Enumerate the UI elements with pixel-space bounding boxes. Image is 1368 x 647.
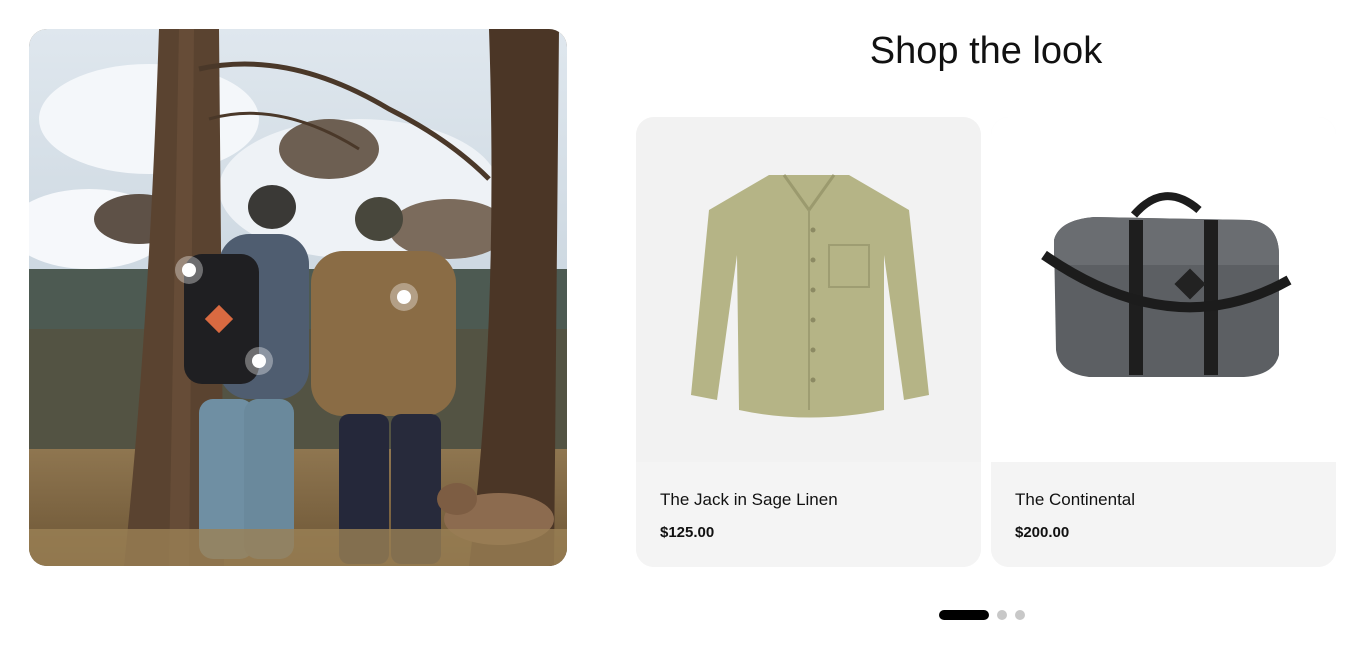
shop-the-look-section: Shop the look The Jack in Sage Linen $12…	[0, 0, 1368, 647]
product-info: The Jack in Sage Linen $125.00	[636, 462, 981, 567]
lifestyle-photo-illustration	[29, 29, 567, 566]
product-info: The Continental $200.00	[991, 462, 1336, 567]
hotspot-backpack[interactable]	[245, 347, 273, 375]
carousel-dot-2[interactable]	[997, 610, 1007, 620]
product-image[interactable]	[636, 117, 981, 462]
sage-shirt-image	[690, 173, 929, 417]
product-card[interactable]: The Jack in Sage Linen $125.00	[636, 117, 981, 567]
grey-duffel-bag-image	[1040, 191, 1291, 377]
product-name[interactable]: The Continental	[1015, 462, 1312, 510]
product-name[interactable]: The Jack in Sage Linen	[660, 462, 957, 510]
carousel-dot-1[interactable]	[939, 610, 989, 620]
carousel-dot-3[interactable]	[1015, 610, 1025, 620]
hotspot-backpack-shoulder[interactable]	[175, 256, 203, 284]
product-price: $200.00	[1015, 524, 1070, 541]
hotspot-jacket[interactable]	[390, 283, 418, 311]
product-card[interactable]: The Continental $200.00	[991, 117, 1336, 567]
section-title: Shop the look	[869, 30, 1103, 72]
lifestyle-photo	[29, 29, 567, 566]
product-price: $125.00	[660, 524, 715, 541]
carousel-pagination	[939, 610, 1025, 620]
product-image[interactable]	[991, 117, 1336, 462]
